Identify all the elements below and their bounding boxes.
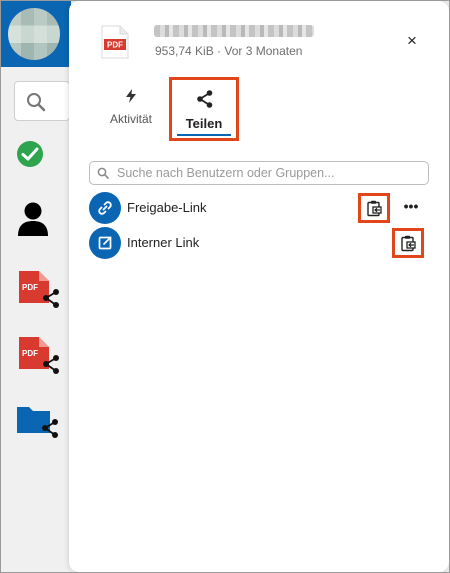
pdf-share-icon[interactable]: PDF (17, 335, 61, 379)
external-link-avatar (89, 227, 121, 259)
app-sidebar: PDF PDF (1, 1, 71, 572)
close-button[interactable]: × (402, 31, 422, 51)
link-avatar (89, 192, 121, 224)
more-options-button[interactable]: ••• (401, 199, 421, 216)
tab-share-label: Teilen (185, 116, 223, 131)
copy-icon (367, 200, 382, 217)
share-search-input[interactable] (117, 164, 422, 182)
tab-activity-label: Aktivität (109, 112, 152, 126)
user-icon[interactable] (16, 201, 50, 237)
svg-text:PDF: PDF (22, 349, 38, 358)
link-icon (98, 201, 112, 215)
copy-link-button[interactable] (358, 193, 390, 223)
pdf-badge-label: PDF (107, 41, 123, 50)
folder-share-icon[interactable] (16, 403, 60, 443)
svg-text:PDF: PDF (22, 283, 38, 292)
lightning-icon (126, 89, 136, 103)
window-frame: PDF PDF PDF 953,74 KiB · Vor 3 Monaten × (0, 0, 450, 573)
pdf-file-icon: PDF (101, 25, 129, 59)
file-meta: 953,74 KiB · Vor 3 Monaten (155, 44, 303, 58)
copy-icon (401, 235, 416, 252)
share-icon (197, 90, 213, 108)
copy-internal-link-button[interactable] (392, 228, 424, 258)
tab-share[interactable]: Teilen (169, 77, 239, 141)
pdf-share-icon[interactable]: PDF (17, 269, 61, 313)
share-entry-public-link[interactable]: Freigabe-Link ••• (89, 192, 429, 224)
share-search-box[interactable] (89, 161, 429, 185)
search-icon (27, 93, 46, 112)
search-icon (97, 167, 109, 179)
active-tab-indicator (177, 134, 231, 136)
sidebar-header (1, 1, 71, 67)
avatar[interactable] (8, 8, 60, 60)
external-link-icon (98, 236, 112, 250)
sidebar-search-button[interactable] (14, 81, 70, 121)
sharing-panel: PDF 953,74 KiB · Vor 3 Monaten × Aktivit… (69, 1, 449, 572)
check-circle-icon[interactable] (15, 139, 45, 169)
file-name-redacted (154, 25, 314, 37)
share-entry-internal-link[interactable]: Interner Link (89, 227, 429, 259)
share-entry-label: Freigabe-Link (127, 200, 207, 215)
tab-activity[interactable]: Aktivität (101, 89, 161, 126)
share-entry-label: Interner Link (127, 235, 200, 250)
